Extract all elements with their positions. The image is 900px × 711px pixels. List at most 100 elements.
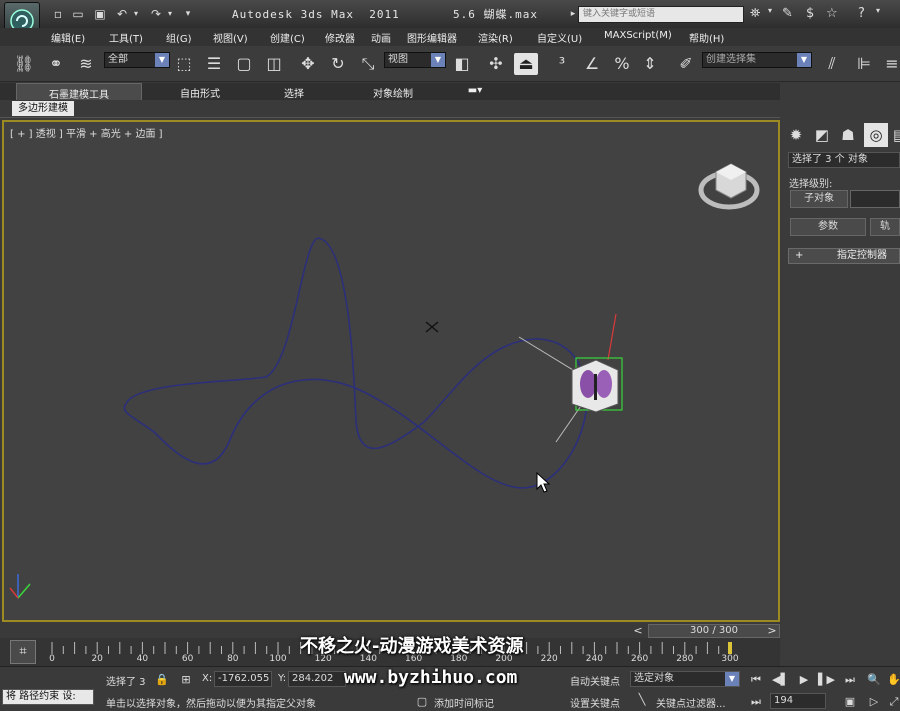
create-panel-icon[interactable]: ✹ bbox=[784, 123, 808, 147]
menu-views[interactable]: 视图(V) bbox=[213, 30, 248, 45]
tab-object-paint[interactable]: 对象绘制 bbox=[352, 83, 434, 100]
curve-editor-icon[interactable]: ⌗ bbox=[10, 640, 36, 664]
selected-objects-select[interactable]: 选定对象 ▼ bbox=[630, 671, 740, 687]
perspective-viewport[interactable]: [ + ] 透视 ] 平滑 + 高光 + 边面 ] bbox=[2, 120, 780, 622]
select-by-name-icon[interactable]: ☰ bbox=[202, 53, 226, 75]
customize-quick-access-icon[interactable]: ▾ bbox=[180, 6, 196, 22]
gizmo-z-axis[interactable] bbox=[607, 313, 617, 361]
subobject-button[interactable]: 子对象 bbox=[790, 190, 848, 208]
tab-selection[interactable]: 选择 bbox=[262, 83, 326, 100]
new-file-icon[interactable]: ▫ bbox=[50, 6, 66, 22]
x-coordinate-field[interactable]: -1762.055 bbox=[214, 671, 272, 687]
current-frame-field[interactable]: 194 bbox=[770, 693, 826, 709]
rectangular-selection-icon[interactable]: ▢ bbox=[232, 53, 256, 75]
subobject-level-field[interactable] bbox=[850, 190, 900, 208]
go-to-start-icon[interactable]: ⏮ bbox=[748, 673, 764, 687]
percent-snap-icon[interactable]: % bbox=[610, 53, 634, 75]
key-icon[interactable]: ╲ bbox=[634, 693, 650, 707]
menu-graph-editors[interactable]: 图形编辑器 bbox=[407, 30, 457, 45]
edit-named-selection-icon[interactable]: ✐ bbox=[674, 53, 698, 75]
next-key-icon[interactable]: ▌▶ bbox=[818, 673, 835, 687]
select-and-link-icon[interactable]: ⛓ bbox=[12, 53, 36, 75]
time-configuration-icon[interactable]: ▣ bbox=[842, 695, 858, 709]
menu-tools[interactable]: 工具(T) bbox=[109, 30, 143, 45]
y-coordinate-field[interactable]: 284.202 bbox=[288, 671, 346, 687]
trajectories-button[interactable]: 轨 bbox=[870, 218, 900, 236]
select-and-scale-icon[interactable]: ⤡ bbox=[356, 53, 380, 75]
help-dropdown-icon[interactable]: ▾ bbox=[876, 6, 880, 15]
reference-coordinate-select[interactable]: 视图 ▼ bbox=[384, 52, 446, 68]
bind-to-space-warp-icon[interactable]: ≋ bbox=[74, 53, 98, 75]
select-object-icon[interactable]: ⬚ bbox=[172, 53, 196, 75]
menu-customize[interactable]: 自定义(U) bbox=[537, 30, 582, 45]
binoculars-icon[interactable]: ⛯ bbox=[750, 6, 760, 21]
keyframe-marker[interactable] bbox=[728, 642, 732, 654]
assign-controller-rollout[interactable]: + 指定控制器 bbox=[788, 248, 900, 264]
redo-dropdown-icon[interactable]: ▾ bbox=[162, 6, 178, 22]
absolute-mode-icon[interactable]: ⊞ bbox=[178, 673, 194, 687]
play-icon[interactable]: ▶ bbox=[796, 673, 812, 687]
unlink-selection-icon[interactable]: ⚭ bbox=[44, 53, 68, 75]
favorites-star-icon[interactable]: ☆ bbox=[826, 6, 838, 21]
modify-panel-icon[interactable]: ◩ bbox=[810, 123, 834, 147]
add-time-tag-button[interactable]: 添加时间标记 bbox=[434, 695, 494, 710]
polygon-modeling-panel[interactable]: 多边形建模 bbox=[12, 101, 74, 116]
open-file-icon[interactable]: ▭ bbox=[70, 6, 86, 22]
ribbon-options-icon[interactable]: ▬▾ bbox=[462, 83, 488, 100]
parameters-button[interactable]: 参数 bbox=[790, 218, 866, 236]
selection-name-field[interactable]: 选择了 3 个 对象 bbox=[788, 152, 900, 168]
viewcube-icon[interactable] bbox=[698, 163, 760, 210]
binoculars-dropdown-icon[interactable]: ▾ bbox=[768, 6, 772, 15]
undo-dropdown-icon[interactable]: ▾ bbox=[128, 6, 144, 22]
save-file-icon[interactable]: ▣ bbox=[92, 6, 108, 22]
angle-snap-icon[interactable]: ∠ bbox=[580, 53, 604, 75]
menu-animation[interactable]: 动画 bbox=[371, 30, 391, 45]
next-frame-icon[interactable]: > bbox=[764, 624, 780, 638]
go-to-end-icon[interactable]: ⏭ bbox=[842, 673, 858, 687]
auto-key-button[interactable]: 自动关键点 bbox=[570, 673, 620, 688]
time-tag-icon[interactable]: ▢ bbox=[414, 695, 430, 709]
pan-icon[interactable]: ✋ bbox=[886, 673, 900, 687]
tab-freeform[interactable]: 自由形式 bbox=[160, 83, 240, 100]
menu-edit[interactable]: 编辑(E) bbox=[51, 30, 85, 45]
window-crossing-icon[interactable]: ◫ bbox=[262, 53, 286, 75]
lock-selection-icon[interactable]: 🔒 bbox=[154, 673, 170, 687]
align-icon[interactable]: ⊫ bbox=[852, 53, 876, 75]
previous-frame-icon[interactable]: < bbox=[630, 624, 646, 638]
hierarchy-panel-icon[interactable]: ☗ bbox=[836, 123, 860, 147]
motion-panel-icon[interactable]: ◎ bbox=[864, 123, 888, 147]
path-spline[interactable] bbox=[123, 237, 588, 489]
layer-manager-icon[interactable]: ≡ bbox=[880, 53, 900, 75]
use-pivot-center-icon[interactable]: ◧ bbox=[450, 53, 474, 75]
zoom-icon[interactable]: 🔍 bbox=[866, 673, 882, 687]
spinner-snap-icon[interactable]: ⇕ bbox=[638, 53, 662, 75]
menu-rendering[interactable]: 渲染(R) bbox=[478, 30, 513, 45]
subscription-icon[interactable]: $ bbox=[806, 6, 814, 21]
orbit-icon[interactable]: ▷ bbox=[866, 695, 882, 709]
key-filters-button[interactable]: 关键点过滤器... bbox=[656, 695, 726, 710]
select-and-rotate-icon[interactable]: ↻ bbox=[326, 53, 350, 75]
set-key-button[interactable]: 设置关键点 bbox=[570, 695, 620, 710]
time-slider[interactable]: 300 / 300 bbox=[648, 624, 780, 638]
keyboard-shortcut-override-icon[interactable]: ⏏ bbox=[514, 53, 538, 75]
tab-graphite-modeling[interactable]: 石墨建模工具 bbox=[16, 83, 142, 101]
snaps-toggle-icon[interactable]: ³ bbox=[550, 53, 574, 75]
menu-group[interactable]: 组(G) bbox=[166, 30, 192, 45]
named-selection-set-select[interactable]: 创建选择集 ▼ bbox=[702, 52, 812, 68]
mirror-icon[interactable]: ⫽ bbox=[820, 53, 844, 75]
select-and-move-icon[interactable]: ✥ bbox=[296, 53, 320, 75]
help-icon[interactable]: ? bbox=[858, 6, 865, 21]
wrench-icon[interactable]: ✎ bbox=[782, 6, 793, 21]
search-input[interactable]: 键入关键字或短语 bbox=[578, 6, 744, 23]
display-panel-icon[interactable]: ▤ bbox=[888, 123, 900, 147]
menu-create[interactable]: 创建(C) bbox=[270, 30, 305, 45]
menu-help[interactable]: 帮助(H) bbox=[689, 30, 724, 45]
previous-key-icon[interactable]: ◀▌ bbox=[772, 673, 789, 687]
maxscript-listener-field[interactable]: 将 路径约束 设: bbox=[2, 689, 94, 705]
maximize-viewport-icon[interactable]: ⤢ bbox=[886, 695, 900, 709]
menu-maxscript[interactable]: MAXScript(M) bbox=[604, 30, 672, 41]
select-and-manipulate-icon[interactable]: ✣ bbox=[484, 53, 508, 75]
menu-modifiers[interactable]: 修改器 bbox=[325, 30, 355, 45]
selection-filter-select[interactable]: 全部 ▼ bbox=[104, 52, 170, 68]
key-mode-icon[interactable]: ⏭ bbox=[748, 695, 764, 709]
